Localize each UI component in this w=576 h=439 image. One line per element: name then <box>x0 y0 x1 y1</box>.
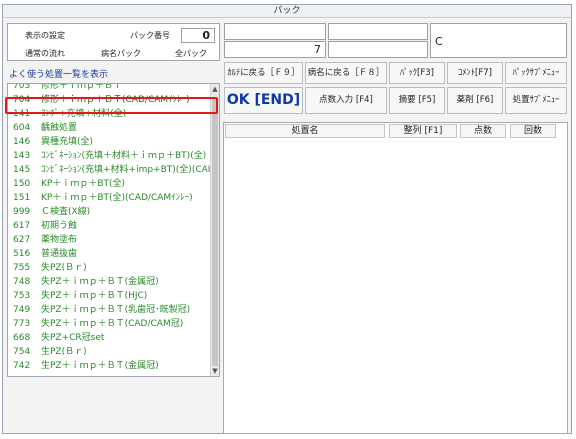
list-item-name: 失PZ(Ｂｒ) <box>41 263 87 273</box>
list-item-code: 753 <box>13 291 31 301</box>
pack-number-field[interactable]: 0 <box>181 28 215 43</box>
back-to-chart-button[interactable]: ｶﾙﾃに戻る［Ｆ９］ <box>224 62 303 84</box>
list-item[interactable]: 742 生PZ＋ｉｍｐ＋ＢＴ(金属冠) <box>8 359 212 373</box>
treatment-grid[interactable]: 処置名 整列 [F1] 点数 回数 <box>223 122 568 434</box>
list-item[interactable]: 755 失PZ(Ｂｒ) <box>8 261 212 275</box>
list-item-name: Ｃ検査(X線) <box>41 207 91 217</box>
list-item[interactable]: 748 失PZ＋ｉｍｐ＋ＢＴ(金属冠) <box>8 275 212 289</box>
scroll-thumb[interactable] <box>212 98 218 366</box>
pack-button[interactable]: ﾊﾟｯｸ[F3] <box>389 62 445 84</box>
list-item-code: 748 <box>13 277 31 287</box>
info-field-c: C <box>430 23 567 58</box>
list-item-code: 754 <box>13 347 31 357</box>
list-item-name: 普通抜歯 <box>41 249 78 259</box>
list-item[interactable]: 617 初期う蝕 <box>8 219 212 233</box>
list-item[interactable]: 668 失PZ+CR冠set <box>8 331 212 345</box>
list-item-name: KP＋ｉｍｐ＋BT(全) <box>41 179 126 189</box>
info-field-4 <box>328 41 428 58</box>
list-item-name: 失PZ+CR冠set <box>41 333 105 343</box>
info-field-3 <box>328 23 428 40</box>
c-value: C <box>435 35 443 48</box>
points-input-button[interactable]: 点数入力 [F4] <box>305 87 387 114</box>
list-item[interactable]: 754 生PZ(Ｂｒ) <box>8 345 212 359</box>
settings-panel: 表示の設定 パック番号 0 通常の流れ 病名パック 全パック <box>7 23 220 61</box>
all-pack-label[interactable]: 全パック <box>175 48 207 59</box>
info-value: 7 <box>314 43 321 56</box>
summary-button[interactable]: 摘要 [F5] <box>389 87 445 114</box>
list-item-code: 516 <box>13 249 31 259</box>
list-item[interactable]: 150 KP＋ｉｍｐ＋BT(全) <box>8 177 212 191</box>
list-item-code: 627 <box>13 235 31 245</box>
list-item[interactable]: 749 失PZ＋ｉｍｐ＋ＢＴ(乳歯冠･既製冠) <box>8 303 212 317</box>
list-item-name: ｺﾝﾋﾞﾈｰｼｮﾝ(充填＋材料＋ｉｍｐ＋BT)(全) <box>41 151 207 161</box>
list-item-code: 151 <box>13 193 31 203</box>
display-settings-label: 表示の設定 <box>25 31 65 40</box>
list-item-code: 742 <box>13 361 31 371</box>
pack-number-label: パック番号 <box>130 31 170 40</box>
list-item[interactable]: 627 薬物塗布 <box>8 233 212 247</box>
comment-button[interactable]: ｺﾒﾝﾄ[F7] <box>447 62 503 84</box>
list-item-name: 失PZ＋ｉｍｐ＋ＢＴ(金属冠) <box>41 277 159 287</box>
list-item-name: 修形＋ｉｍｐ＋ＢＴ <box>41 83 123 91</box>
list-item-code: 668 <box>13 333 31 343</box>
normal-flow-label[interactable]: 通常の流れ <box>25 48 65 59</box>
back-to-disease-button[interactable]: 病名に戻る［Ｆ８］ <box>305 62 387 84</box>
treatment-list[interactable]: 742 生PZ＋ｉｍｐ＋ＢＴ(金属冠) 754 生PZ(Ｂｒ) 668 失PZ+CR冠se… <box>7 83 220 377</box>
list-item-code: 604 <box>13 123 31 133</box>
list-scrollbar[interactable]: ▲ ▼ <box>210 84 219 376</box>
list-item-code: 999 <box>13 207 31 217</box>
list-item-name: 齲蝕処置 <box>41 123 78 133</box>
list-item[interactable]: 145 ｺﾝﾋﾞﾈｰｼｮﾝ(充填+材料+imp+BT)(全)(CAI <box>8 163 212 177</box>
list-item-name: 失PZ＋ｉｍｐ＋ＢＴ(CAD/CAM冠) <box>41 319 184 329</box>
list-item[interactable]: 703 修形＋ｉｍｐ＋ＢＴ <box>8 83 212 93</box>
list-item[interactable]: 753 失PZ＋ｉｍｐ＋ＢＴ(HJC) <box>8 289 212 303</box>
list-item-name: KP＋ｉｍｐ＋BT(全)(CAD/CAMｲﾝﾚｰ) <box>41 193 193 203</box>
col-sort[interactable]: 整列 [F1] <box>389 124 457 138</box>
selection-highlight <box>5 97 218 114</box>
list-item-code: 617 <box>13 221 31 231</box>
pack-submenu-button[interactable]: ﾊﾟｯｸｻﾌﾞﾒﾆｭｰ <box>505 62 567 84</box>
list-item-name: ｺﾝﾋﾞﾈｰｼｮﾝ(充填+材料+imp+BT)(全)(CAI <box>41 165 211 175</box>
scroll-down-icon[interactable]: ▼ <box>211 366 219 376</box>
col-count[interactable]: 回数 <box>510 124 556 138</box>
list-item[interactable]: 773 失PZ＋ｉｍｐ＋ＢＴ(CAD/CAM冠) <box>8 317 212 331</box>
list-item-code: 773 <box>13 319 31 329</box>
pack-window: パック 表示の設定 パック番号 0 通常の流れ 病名パック 全パック 7 C よ… <box>2 4 572 434</box>
list-item-name: 初期う蝕 <box>41 221 78 231</box>
info-field-1 <box>224 23 326 40</box>
list-item-code: 143 <box>13 151 31 161</box>
list-item[interactable]: 143 ｺﾝﾋﾞﾈｰｼｮﾝ(充填＋材料＋ｉｍｐ＋BT)(全) <box>8 149 212 163</box>
pack-number-value: 0 <box>202 29 210 42</box>
scroll-up-icon[interactable]: ▲ <box>211 84 219 94</box>
col-treatment-name[interactable]: 処置名 <box>225 124 385 138</box>
list-item-code: 755 <box>13 263 31 273</box>
disease-pack-label[interactable]: 病名パック <box>101 48 141 59</box>
list-item-name: 生PZ＋ｉｍｐ＋ＢＴ(金属冠) <box>41 361 159 371</box>
list-item-code: 146 <box>13 137 31 147</box>
list-item-name: 薬物塗布 <box>41 235 78 245</box>
medicine-button[interactable]: 薬剤 [F6] <box>447 87 503 114</box>
list-item-code: 749 <box>13 305 31 315</box>
treatment-submenu-button[interactable]: 処置ｻﾌﾞﾒﾆｭｰ <box>505 87 567 114</box>
window-title: パック <box>3 5 571 18</box>
list-item-code: 150 <box>13 179 31 189</box>
list-item-name: 異種充填(全) <box>41 137 94 147</box>
list-item[interactable]: 151 KP＋ｉｍｐ＋BT(全)(CAD/CAMｲﾝﾚｰ) <box>8 191 212 205</box>
ok-end-button[interactable]: OK [END] <box>224 87 303 114</box>
list-item[interactable]: 999 Ｃ検査(X線) <box>8 205 212 219</box>
list-item-name: 失PZ＋ｉｍｐ＋ＢＴ(乳歯冠･既製冠) <box>41 305 191 315</box>
list-item-name: 生PZ(Ｂｒ) <box>41 347 87 357</box>
list-item[interactable]: 146 異種充填(全) <box>8 135 212 149</box>
list-item-code: 703 <box>13 83 31 91</box>
list-heading: よく使う処置一覧を表示 <box>9 70 109 80</box>
info-field-2: 7 <box>224 41 326 58</box>
list-item-code: 145 <box>13 165 31 175</box>
col-points[interactable]: 点数 <box>460 124 506 138</box>
list-item-name: 失PZ＋ｉｍｐ＋ＢＴ(HJC) <box>41 291 148 301</box>
list-item[interactable]: 604 齲蝕処置 <box>8 121 212 135</box>
list-item[interactable]: 516 普通抜歯 <box>8 247 212 261</box>
